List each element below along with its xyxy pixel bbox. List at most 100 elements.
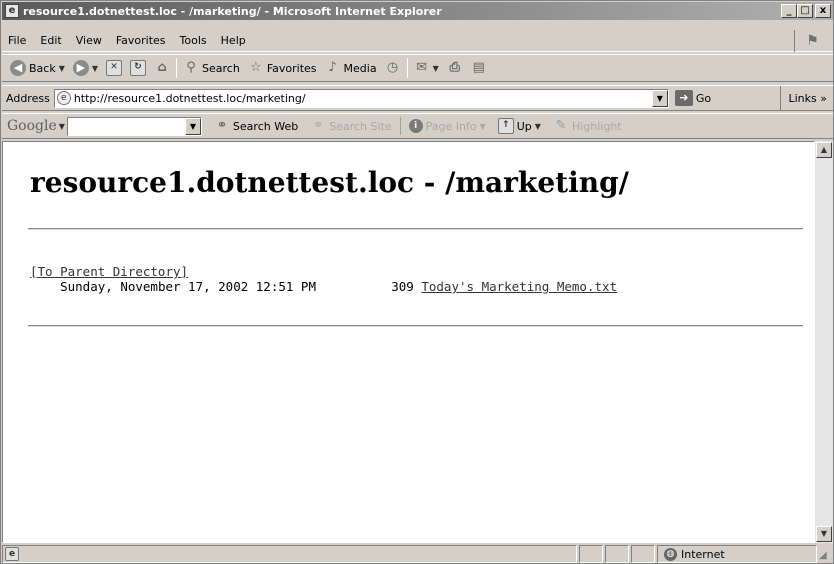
forward-button[interactable]: ▶ ▼ (69, 57, 102, 79)
search-icon: ⚲ (186, 60, 196, 75)
google-dropdown-icon: ▼ (58, 121, 65, 131)
scroll-down-icon[interactable]: ▼ (816, 526, 832, 542)
print-button[interactable]: ⎙ (443, 57, 467, 79)
favorites-label: Favorites (266, 61, 317, 75)
search-label: Search (202, 61, 240, 75)
forward-icon: ▶ (72, 60, 89, 76)
address-input[interactable]: e http://resource1.dotnettest.loc/market… (53, 88, 669, 108)
vertical-scrollbar[interactable]: ▲ ▼ (815, 141, 833, 543)
minimize-button[interactable]: _ (781, 4, 797, 18)
google-toolbar: Google ▼ ▼ ⚭ Search Web ⚭ Search Site i … (2, 113, 833, 139)
address-label: Address (6, 91, 50, 105)
go-label: Go (695, 91, 712, 105)
address-bar: Address e http://resource1.dotnettest.lo… (2, 85, 833, 111)
globe-icon: ◍ (664, 547, 677, 561)
google-separator (399, 117, 401, 135)
ie-page-icon: e (56, 91, 71, 105)
google-logo-button[interactable]: Google ▼ (2, 118, 65, 134)
back-button[interactable]: ◀ Back ▼ (6, 57, 69, 79)
scroll-up-icon[interactable]: ▲ (816, 142, 832, 158)
menu-help[interactable]: Help (214, 34, 253, 47)
file-link[interactable]: Today's Marketing Memo.txt (421, 279, 617, 294)
status-main: e (2, 545, 577, 563)
back-icon: ◀ (10, 60, 26, 76)
google-search-input[interactable]: ▼ (66, 116, 202, 136)
mail-dropdown-icon: ▼ (432, 63, 439, 73)
menu-tools[interactable]: Tools (173, 34, 214, 47)
mail-button[interactable]: ✉ ▼ (410, 57, 443, 79)
directory-listing: [To Parent Directory] Sunday, November 1… (30, 264, 617, 294)
file-size: 309 (391, 279, 414, 294)
ie-page-icon: e (5, 4, 19, 18)
forward-dropdown-icon: ▼ (91, 63, 99, 73)
google-logo: Google (7, 118, 57, 134)
refresh-button[interactable]: ↻ (126, 57, 150, 79)
mail-icon: ✉ (416, 60, 428, 75)
up-dropdown-icon: ▼ (534, 121, 541, 131)
binoculars-icon: ⚭ (216, 118, 228, 133)
home-button[interactable]: ⌂ (150, 57, 174, 79)
security-zone: ◍ Internet (657, 545, 817, 563)
parent-directory-link[interactable]: [To Parent Directory] (30, 264, 188, 279)
horizontal-rule (28, 228, 803, 230)
page-content: resource1.dotnettest.loc - /marketing/ [… (2, 141, 815, 543)
status-cell (605, 545, 629, 563)
menu-bar: File Edit View Favorites Tools Help ⚑ (2, 30, 833, 52)
links-label: Links (788, 91, 817, 105)
toolbar-separator (176, 58, 178, 78)
search-web-button[interactable]: ⚭ Search Web (208, 118, 304, 134)
favorites-icon: ☆ (250, 60, 262, 75)
links-button[interactable]: Links » (779, 86, 834, 110)
google-search-dropdown-icon[interactable]: ▼ (184, 117, 201, 135)
go-icon: ➜ (674, 90, 693, 106)
address-dropdown-icon[interactable]: ▼ (651, 89, 668, 107)
page-info-dropdown-icon: ▼ (479, 121, 486, 131)
stop-icon: ✕ (106, 60, 123, 76)
edit-button[interactable]: ▤ (467, 57, 491, 79)
windows-logo-icon: ⚑ (794, 30, 830, 52)
search-web-label: Search Web (232, 119, 299, 133)
up-label: Up (516, 119, 532, 133)
close-button[interactable]: x (815, 4, 831, 18)
zone-label: Internet (681, 547, 725, 561)
home-icon: ⌂ (157, 60, 167, 75)
horizontal-rule (28, 325, 803, 327)
menu-file[interactable]: File (2, 34, 33, 47)
menu-edit[interactable]: Edit (33, 34, 68, 47)
menu-view[interactable]: View (69, 34, 109, 47)
status-cell (579, 545, 603, 563)
search-button[interactable]: ⚲ Search (179, 57, 244, 79)
back-label: Back (29, 61, 56, 75)
toolbar-separator (406, 58, 408, 78)
window-controls: _ □ x (781, 4, 831, 18)
refresh-icon: ↻ (130, 60, 147, 76)
search-site-button[interactable]: ⚭ Search Site (304, 118, 397, 134)
up-folder-icon: ↑ (497, 118, 514, 134)
maximize-button[interactable]: □ (797, 4, 813, 18)
highlight-icon: ✎ (555, 118, 567, 133)
history-button[interactable]: ◷ (381, 57, 405, 79)
status-bar: e ◍ Internet ◢ (2, 544, 833, 564)
address-url: http://resource1.dotnettest.loc/marketin… (73, 91, 306, 105)
stop-button[interactable]: ✕ (102, 57, 126, 79)
media-icon: ♪ (328, 60, 337, 75)
title-bar[interactable]: e resource1.dotnettest.loc - /marketing/… (2, 2, 833, 20)
edit-icon: ▤ (472, 60, 485, 75)
media-button[interactable]: ♪ Media (321, 57, 381, 79)
search-site-icon: ⚭ (312, 118, 324, 133)
print-icon: ⎙ (449, 60, 460, 75)
highlight-button[interactable]: ✎ Highlight (547, 118, 628, 134)
go-button[interactable]: ➜ Go (674, 90, 712, 106)
menu-favorites[interactable]: Favorites (109, 34, 173, 47)
search-site-label: Search Site (329, 119, 392, 133)
highlight-label: Highlight (571, 119, 622, 133)
up-button[interactable]: ↑ Up ▼ (492, 118, 547, 134)
ie-window: e resource1.dotnettest.loc - /marketing/… (0, 0, 834, 564)
resize-grip-icon[interactable]: ◢ (819, 550, 831, 562)
media-label: Media (343, 61, 377, 75)
page-info-icon: i (408, 119, 423, 133)
page-info-button[interactable]: i Page Info ▼ (403, 119, 492, 133)
ie-page-icon: e (5, 547, 19, 561)
favorites-button[interactable]: ☆ Favorites (244, 57, 321, 79)
page-info-label: Page Info (425, 119, 477, 133)
